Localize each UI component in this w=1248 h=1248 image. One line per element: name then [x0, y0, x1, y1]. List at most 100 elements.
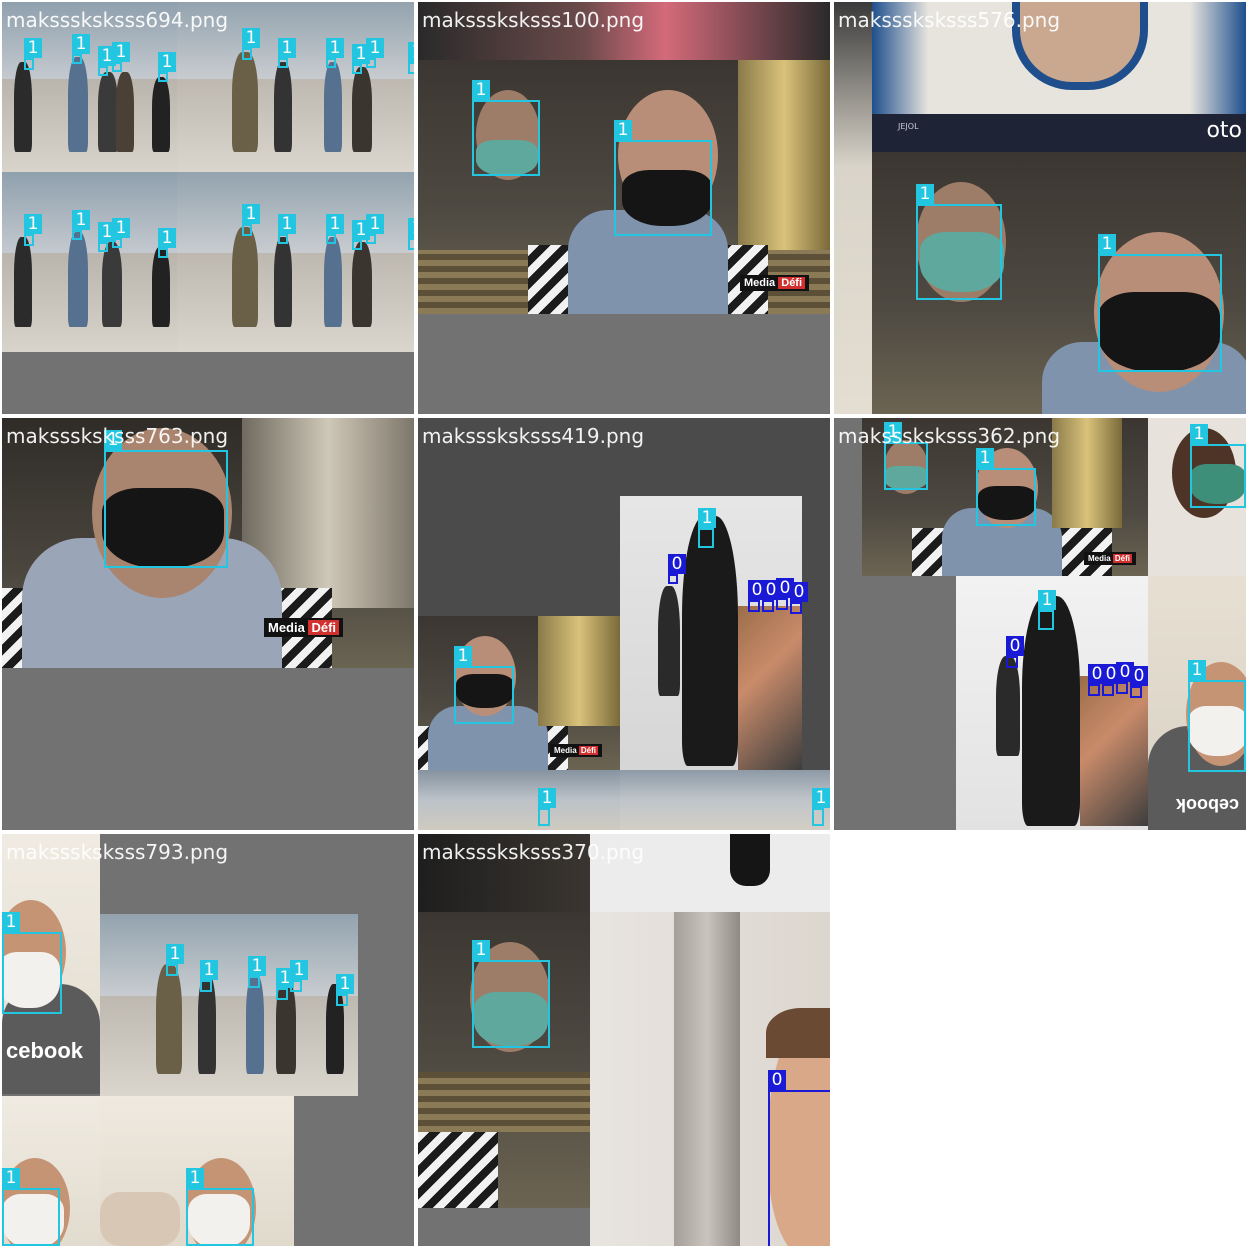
runway-model	[682, 516, 738, 766]
detection-box-mask: 1	[166, 944, 184, 976]
class-label: 1	[408, 218, 414, 238]
class-label: 1	[248, 956, 266, 976]
detection-box-mask: 1	[698, 508, 716, 548]
detection-box-no-mask: 0	[768, 1070, 830, 1246]
detection-box-mask: 1	[72, 210, 90, 240]
pedestrian	[246, 974, 264, 1074]
detection-box-mask: 1	[326, 214, 344, 244]
class-label: 1	[538, 788, 556, 808]
class-label: 1	[72, 34, 90, 54]
detection-box-mask: 1	[98, 46, 116, 76]
detection-box-mask: 1	[326, 38, 344, 68]
class-label: 1	[242, 204, 260, 224]
class-label: 1	[158, 52, 176, 72]
class-label: 1	[976, 448, 994, 468]
detection-box-no-mask: 0	[1088, 664, 1106, 696]
class-label: 1	[454, 646, 472, 666]
pedestrian	[324, 237, 342, 327]
class-label: 1	[698, 508, 716, 528]
class-label: 1	[1190, 424, 1208, 444]
banner-text: oto	[1206, 118, 1242, 143]
detection-box-mask: 1	[408, 42, 414, 74]
tile-filename: maksssksksss763.png	[6, 424, 229, 448]
detection-box-mask: 1	[200, 960, 218, 992]
pedestrian	[14, 62, 32, 152]
pedestrian	[324, 62, 342, 152]
black-bag	[730, 834, 770, 886]
pedestrian	[68, 57, 88, 152]
class-label: 1	[158, 228, 176, 248]
class-label: 1	[278, 214, 296, 234]
detection-box-mask: 1	[1190, 424, 1246, 508]
gold-railing	[418, 1072, 590, 1132]
tile-filename: maksssksksss694.png	[6, 8, 229, 32]
audience-crowd	[1080, 676, 1148, 826]
class-label: 1	[326, 214, 344, 234]
pedestrian	[68, 232, 88, 327]
detection-box-mask: 1	[290, 960, 308, 992]
detection-box-no-mask: 0	[1006, 636, 1024, 668]
class-label: 1	[366, 214, 384, 234]
detection-box-mask: 1	[1188, 660, 1246, 772]
detection-box-mask: 1	[278, 38, 296, 68]
detection-box-mask: 1	[24, 214, 42, 246]
detection-box-mask: 1	[454, 646, 514, 724]
class-label: 1	[336, 974, 354, 994]
class-label: 1	[916, 184, 934, 204]
temple-scene-patch: Media Défi	[418, 616, 620, 770]
class-label: 1	[278, 38, 296, 58]
detection-box-mask: 1	[24, 38, 42, 70]
detection-box-mask: 1	[408, 218, 414, 250]
detection-box-mask: 1	[538, 788, 556, 826]
detection-box-mask: 1	[352, 220, 370, 250]
mosaic-tile-793: cebook 1 1 1 1 1 1 1 1 1 maksssksksss793…	[2, 834, 414, 1246]
media-logo: Media Défi	[1084, 552, 1137, 565]
class-label: 1	[614, 120, 632, 140]
pillow	[100, 1192, 180, 1246]
gold-statue	[738, 60, 830, 260]
tile-filename: maksssksksss100.png	[422, 8, 645, 32]
media-logo: Media Défi	[550, 744, 603, 757]
door-frame	[674, 912, 740, 1246]
detection-box-mask: 1	[158, 52, 176, 82]
class-label: 1	[1098, 234, 1116, 254]
street-scene-patch	[177, 172, 414, 352]
pedestrian	[156, 964, 182, 1074]
pedestrian	[152, 77, 170, 152]
class-label: 1	[24, 38, 42, 58]
class-label: 1	[408, 42, 414, 62]
tile-filename: maksssksksss793.png	[6, 840, 229, 864]
class-label: 1	[2, 1168, 20, 1188]
detection-box-mask: 1	[104, 430, 228, 568]
audience-crowd	[738, 606, 802, 770]
class-label: 0	[1130, 666, 1148, 686]
mosaic-tile-694: 1 1 1 1 1 1 1 1 1 1 1 1 1 1 1 1 1 1 1 1 …	[2, 2, 414, 414]
media-logo: Media Défi	[264, 618, 344, 637]
detection-box-mask: 1	[1098, 234, 1222, 372]
detection-box-mask: 1	[352, 44, 370, 74]
class-label: 1	[366, 38, 384, 58]
street-scene-patch	[418, 770, 620, 830]
pedestrian	[352, 242, 372, 327]
class-label: 0	[790, 582, 808, 602]
pedestrian	[116, 72, 134, 152]
class-label: 1	[326, 38, 344, 58]
gold-statue	[1052, 418, 1122, 528]
class-label: 0	[668, 554, 686, 574]
mosaic-tile-370: 1 0 maksssksksss370.png	[418, 834, 830, 1246]
class-label: 1	[472, 940, 490, 960]
pedestrian	[98, 72, 118, 152]
pedestrian	[232, 52, 258, 152]
tile-filename: maksssksksss362.png	[838, 424, 1061, 448]
facebook-text: cebook	[6, 1038, 84, 1063]
detection-box-mask: 1	[472, 80, 540, 176]
detection-box-mask: 1	[98, 222, 116, 252]
detection-box-mask: 1	[248, 956, 266, 988]
detection-box-mask: 1	[112, 218, 130, 248]
pedestrian	[274, 62, 292, 152]
banner-small-print: JEJOL	[898, 122, 919, 131]
mosaic-tile-576: JEJOL oto 1 1 maksssksksss576.png	[834, 2, 1246, 414]
class-label: 1	[812, 788, 830, 808]
class-label: 1	[472, 80, 490, 100]
runway-model	[658, 586, 680, 696]
